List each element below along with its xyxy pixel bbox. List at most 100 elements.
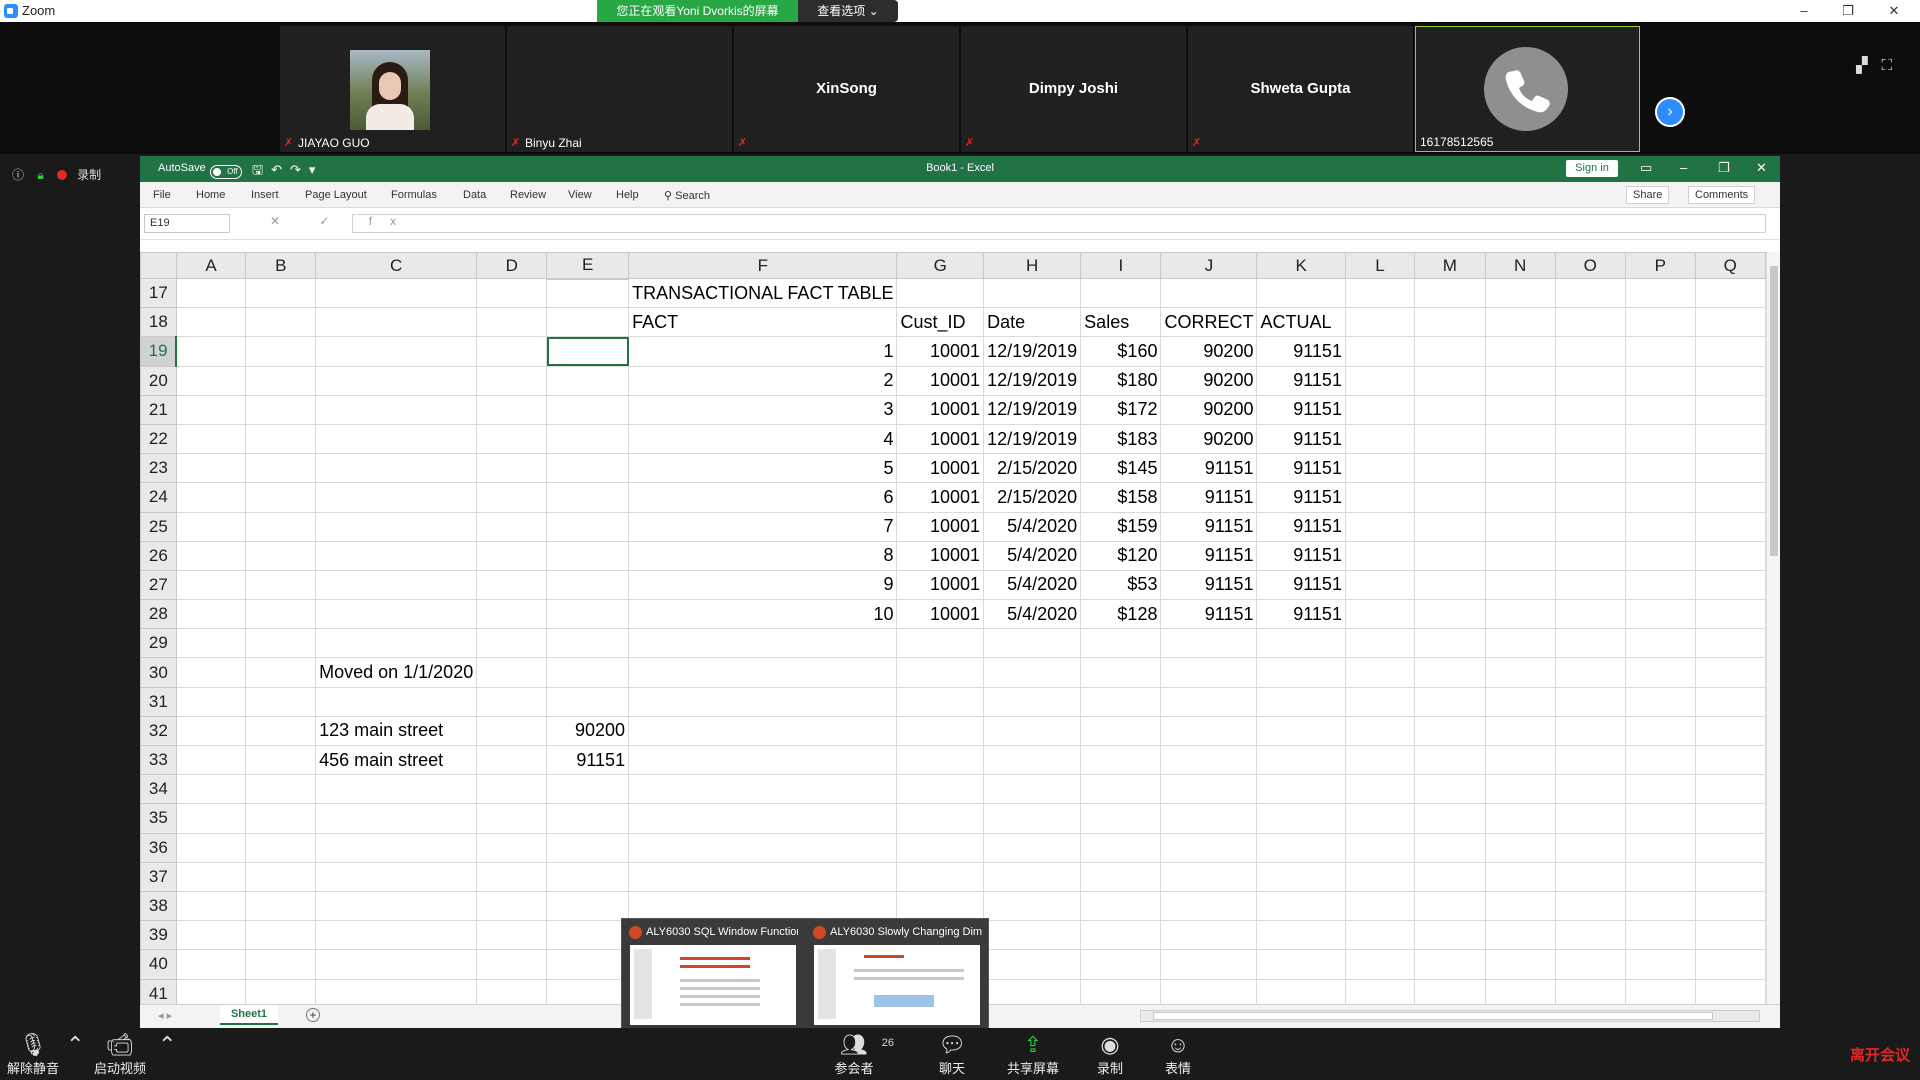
cell-Q24[interactable] bbox=[1694, 482, 1766, 513]
cell-P24[interactable] bbox=[1624, 482, 1696, 513]
cell-L28[interactable] bbox=[1344, 599, 1416, 630]
cell-C18[interactable] bbox=[315, 307, 478, 338]
cell-I36[interactable] bbox=[1080, 832, 1162, 863]
cell-F27[interactable]: 9 bbox=[628, 569, 898, 601]
row-header[interactable]: 38 bbox=[140, 890, 177, 922]
cell-L24[interactable] bbox=[1344, 482, 1416, 513]
cell-D25[interactable] bbox=[476, 511, 548, 542]
row-header[interactable]: 23 bbox=[140, 453, 177, 484]
cell-L27[interactable] bbox=[1344, 569, 1416, 601]
cell-N36[interactable] bbox=[1484, 832, 1556, 863]
cell-P40[interactable] bbox=[1624, 949, 1696, 980]
cell-F17[interactable]: TRANSACTIONAL FACT TABLE bbox=[628, 277, 898, 309]
cell-M18[interactable] bbox=[1414, 307, 1486, 338]
cell-M36[interactable] bbox=[1414, 832, 1486, 863]
cell-E19[interactable] bbox=[546, 336, 630, 367]
cell-F18[interactable]: FACT bbox=[628, 307, 898, 338]
cell-D32[interactable] bbox=[476, 715, 548, 747]
cell-A21[interactable] bbox=[175, 394, 247, 425]
cell-G32[interactable] bbox=[896, 715, 985, 747]
cell-I38[interactable] bbox=[1080, 890, 1162, 922]
cell-A25[interactable] bbox=[175, 511, 247, 542]
cell-H28[interactable]: 5/4/2020 bbox=[983, 599, 1082, 630]
cell-O30[interactable] bbox=[1554, 657, 1626, 688]
cell-B21[interactable] bbox=[245, 394, 317, 425]
cell-C27[interactable] bbox=[315, 569, 478, 601]
cell-B37[interactable] bbox=[245, 861, 317, 892]
cell-C29[interactable] bbox=[315, 628, 478, 659]
participant-tile[interactable]: XinSong ✗ bbox=[734, 26, 959, 152]
cell-J20[interactable]: 90200 bbox=[1160, 365, 1258, 396]
cell-K28[interactable]: 91151 bbox=[1256, 599, 1346, 630]
cell-O25[interactable] bbox=[1554, 511, 1626, 542]
cell-D24[interactable] bbox=[476, 482, 548, 513]
cell-M35[interactable] bbox=[1414, 803, 1486, 834]
cell-I39[interactable] bbox=[1080, 920, 1162, 951]
cell-K19[interactable]: 91151 bbox=[1256, 336, 1346, 367]
cell-M30[interactable] bbox=[1414, 657, 1486, 688]
cell-F20[interactable]: 2 bbox=[628, 365, 898, 396]
cell-H19[interactable]: 12/19/2019 bbox=[983, 336, 1082, 367]
leave-meeting-button[interactable]: 离开会议 bbox=[1850, 1044, 1910, 1065]
column-header[interactable]: E bbox=[546, 252, 630, 280]
tab-file[interactable]: File bbox=[153, 189, 171, 201]
cell-A34[interactable] bbox=[175, 774, 247, 805]
cell-L31[interactable] bbox=[1344, 686, 1416, 717]
cell-N29[interactable] bbox=[1484, 628, 1556, 659]
cell-B29[interactable] bbox=[245, 628, 317, 659]
participants-button[interactable]: 👥︎ 26 参会者 bbox=[826, 1032, 894, 1077]
cell-H31[interactable] bbox=[983, 686, 1082, 717]
cell-H21[interactable]: 12/19/2019 bbox=[983, 394, 1082, 425]
taskbar-preview[interactable]: ALY6030 SQL Window Function... bbox=[626, 923, 798, 1027]
row-header[interactable]: 22 bbox=[140, 423, 177, 455]
cell-D34[interactable] bbox=[476, 774, 548, 805]
cell-C34[interactable] bbox=[315, 774, 478, 805]
cell-I41[interactable] bbox=[1080, 978, 1162, 1004]
cell-A27[interactable] bbox=[175, 569, 247, 601]
cell-A35[interactable] bbox=[175, 803, 247, 834]
cell-P27[interactable] bbox=[1624, 569, 1696, 601]
cell-P25[interactable] bbox=[1624, 511, 1696, 542]
cell-C33[interactable]: 456 main street bbox=[315, 744, 478, 776]
cell-P26[interactable] bbox=[1624, 540, 1696, 571]
cell-P39[interactable] bbox=[1624, 920, 1696, 951]
cell-H20[interactable]: 12/19/2019 bbox=[983, 365, 1082, 396]
cell-Q27[interactable] bbox=[1694, 569, 1766, 601]
cell-K32[interactable] bbox=[1256, 715, 1346, 747]
cell-F19[interactable]: 1 bbox=[628, 336, 898, 367]
column-header[interactable]: M bbox=[1414, 252, 1486, 279]
cell-D40[interactable] bbox=[476, 949, 548, 980]
cell-I24[interactable]: $158 bbox=[1080, 482, 1162, 513]
cell-H38[interactable] bbox=[983, 890, 1082, 922]
cell-L19[interactable] bbox=[1344, 336, 1416, 367]
cell-D33[interactable] bbox=[476, 744, 548, 776]
cell-O40[interactable] bbox=[1554, 949, 1626, 980]
cell-I20[interactable]: $180 bbox=[1080, 365, 1162, 396]
cell-M22[interactable] bbox=[1414, 423, 1486, 455]
cell-A19[interactable] bbox=[175, 336, 247, 367]
cell-H30[interactable] bbox=[983, 657, 1082, 688]
cell-P31[interactable] bbox=[1624, 686, 1696, 717]
cell-B40[interactable] bbox=[245, 949, 317, 980]
video-options-caret[interactable]: ⌃ bbox=[158, 1032, 176, 1058]
cell-C21[interactable] bbox=[315, 394, 478, 425]
cell-N39[interactable] bbox=[1484, 920, 1556, 951]
cell-A22[interactable] bbox=[175, 423, 247, 455]
share-button[interactable]: Share bbox=[1626, 186, 1670, 204]
cell-N38[interactable] bbox=[1484, 890, 1556, 922]
cell-H36[interactable] bbox=[983, 832, 1082, 863]
row-header[interactable]: 33 bbox=[140, 744, 177, 776]
cell-A23[interactable] bbox=[175, 453, 247, 484]
row-header[interactable]: 29 bbox=[140, 628, 177, 659]
column-header[interactable]: G bbox=[896, 252, 985, 279]
cell-K29[interactable] bbox=[1256, 628, 1346, 659]
cell-O18[interactable] bbox=[1554, 307, 1626, 338]
row-header[interactable]: 35 bbox=[140, 803, 177, 834]
cell-C37[interactable] bbox=[315, 861, 478, 892]
cell-I27[interactable]: $53 bbox=[1080, 569, 1162, 601]
cell-O35[interactable] bbox=[1554, 803, 1626, 834]
cell-I37[interactable] bbox=[1080, 861, 1162, 892]
cell-K37[interactable] bbox=[1256, 861, 1346, 892]
cell-C31[interactable] bbox=[315, 686, 478, 717]
cell-E17[interactable] bbox=[546, 277, 630, 309]
